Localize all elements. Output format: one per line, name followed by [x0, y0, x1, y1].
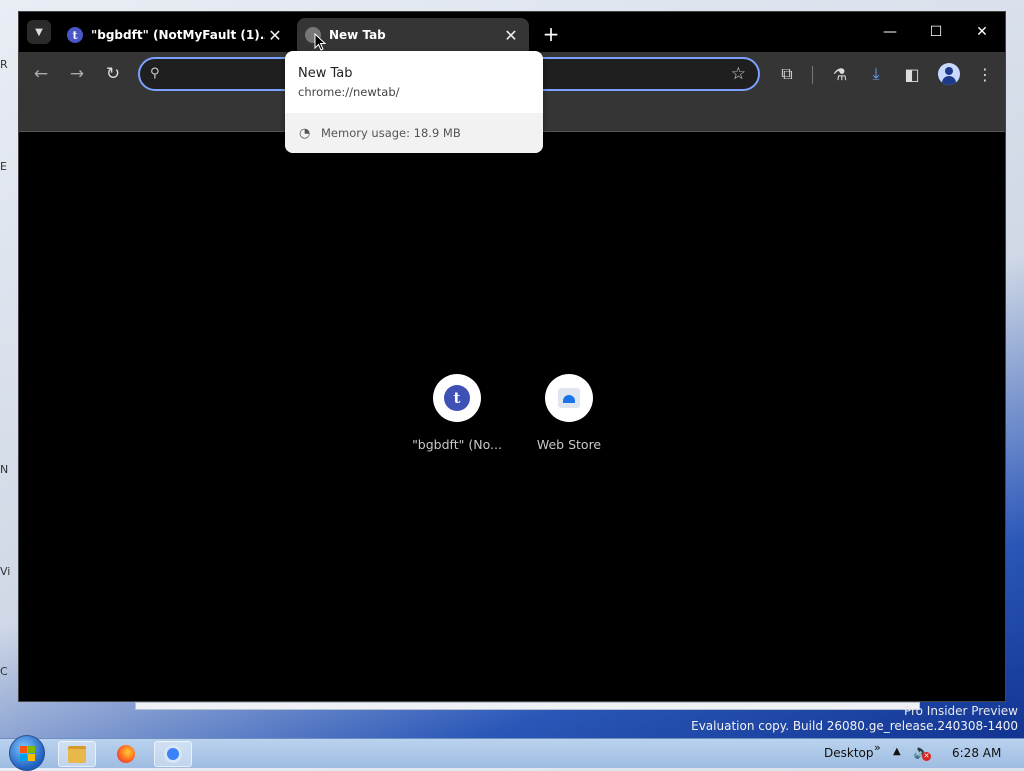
gauge-icon: ◔	[299, 126, 311, 141]
search-icon: ⚲	[150, 66, 160, 81]
tab-search-button[interactable]: ▼	[27, 20, 51, 44]
desktop-icon-fragment[interactable]: C	[0, 665, 18, 687]
desktop-icon-fragment[interactable]: N	[0, 463, 18, 485]
maximize-button[interactable]: ☐	[913, 18, 959, 46]
bookmark-star-icon[interactable]: ☆	[731, 64, 746, 84]
t-icon: t	[67, 27, 83, 43]
chevron-down-icon: ▼	[35, 26, 43, 38]
shortcut-web-store[interactable]: Web Store	[514, 374, 624, 452]
shortcut-icon-circle	[545, 374, 593, 422]
labs-flask-icon[interactable]: ⚗	[828, 62, 852, 86]
desktop-icon-fragment[interactable]: R	[0, 58, 18, 80]
folder-icon	[68, 745, 86, 763]
start-button[interactable]	[9, 735, 45, 771]
close-window-button[interactable]: ✕	[959, 18, 1005, 46]
side-panel-icon[interactable]: ◧	[900, 62, 924, 86]
firefox-icon	[117, 745, 135, 763]
back-button[interactable]: ←	[29, 62, 53, 86]
watermark-line2: Evaluation copy. Build 26080.ge_release.…	[691, 719, 1018, 733]
reload-icon: ↻	[105, 64, 121, 84]
shortcut-label: "bgbdft" (No...	[412, 437, 502, 452]
tab-title: New Tab	[329, 28, 386, 42]
arrow-right-icon: →	[69, 64, 85, 84]
download-icon[interactable]: ⤓	[864, 62, 888, 86]
t-icon: t	[444, 385, 470, 411]
profile-avatar-icon[interactable]	[938, 63, 960, 85]
tab-title: "bgbdft" (NotMyFault (1).zip) i	[91, 28, 265, 42]
tab-strip: ▼ t "bgbdft" (NotMyFault (1).zip) i ✕ Ne…	[19, 12, 1005, 52]
mouse-cursor-icon	[314, 33, 326, 51]
extensions-icon[interactable]: ⧉	[775, 62, 799, 86]
close-icon: ✕	[268, 25, 282, 45]
shortcut-label: Web Store	[536, 437, 602, 452]
desktop-icon-fragment[interactable]: E	[0, 160, 18, 182]
desktop-icon-fragment[interactable]: Vi	[0, 565, 18, 587]
chevron-right-icon[interactable]: »	[874, 741, 881, 754]
taskbar-firefox[interactable]	[107, 741, 145, 767]
background-window-edge	[135, 702, 920, 710]
taskbar-chrome[interactable]	[154, 741, 192, 767]
tab-hover-card: New Tab chrome://newtab/ ◔ Memory usage:…	[285, 51, 543, 153]
watermark-line1: Pro Insider Preview	[903, 704, 1018, 718]
reload-button[interactable]: ↻	[101, 62, 125, 86]
hover-card-title: New Tab	[298, 66, 353, 81]
clock-time[interactable]: 6:28 AM	[952, 746, 1001, 760]
close-icon: ✕	[504, 25, 518, 45]
tab-bgbdft[interactable]: t "bgbdft" (NotMyFault (1).zip) i ✕	[59, 18, 293, 52]
toolbar-separator	[812, 66, 813, 84]
arrow-left-icon: ←	[33, 64, 49, 84]
memory-usage: Memory usage: 18.9 MB	[321, 126, 461, 140]
tab-close-button[interactable]: ✕	[501, 25, 521, 45]
desktop-toolbar-label[interactable]: Desktop	[824, 746, 874, 760]
new-tab-button[interactable]: +	[539, 22, 563, 46]
shortcut-bgbdft[interactable]: t "bgbdft" (No...	[402, 374, 512, 452]
tab-new-tab[interactable]: New Tab ✕	[297, 18, 529, 52]
forward-button[interactable]: →	[65, 62, 89, 86]
taskbar-file-explorer[interactable]	[58, 741, 96, 767]
hover-card-url: chrome://newtab/	[298, 85, 400, 99]
taskbar: Desktop » ▲ 🔈 ✕ 6:28 AM	[0, 735, 1024, 771]
browser-window: ▼ t "bgbdft" (NotMyFault (1).zip) i ✕ Ne…	[18, 11, 1006, 702]
web-store-icon	[558, 388, 580, 408]
show-hidden-icons-icon[interactable]: ▲	[893, 746, 901, 757]
menu-kebab-icon[interactable]: ⋮	[973, 62, 997, 86]
plus-icon: +	[542, 22, 560, 46]
shortcut-icon-circle: t	[433, 374, 481, 422]
chrome-icon	[164, 745, 182, 763]
windows-logo-icon	[19, 745, 35, 761]
muted-badge-icon: ✕	[922, 752, 931, 761]
minimize-button[interactable]: —	[867, 18, 913, 46]
hover-card-footer: ◔ Memory usage: 18.9 MB	[285, 113, 543, 153]
tab-close-button[interactable]: ✕	[265, 25, 285, 45]
